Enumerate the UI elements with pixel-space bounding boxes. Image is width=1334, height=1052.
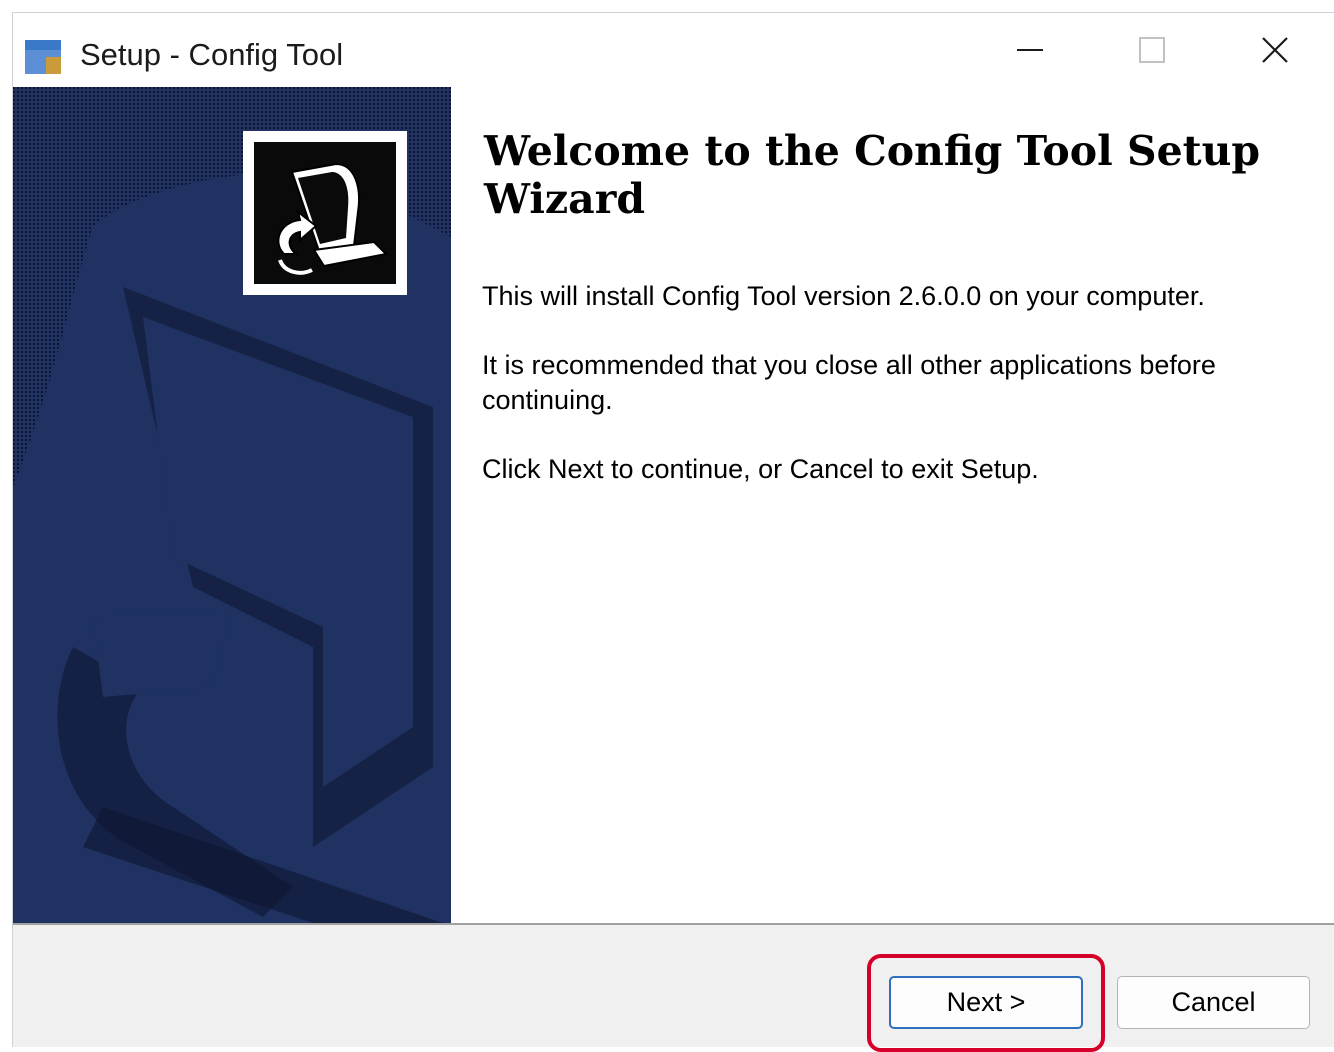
title-bar[interactable]: Setup - Config Tool — [13, 13, 1334, 87]
wizard-footer: Next > Cancel — [13, 925, 1334, 1052]
install-info-text: This will install Config Tool version 2.… — [482, 281, 1205, 311]
welcome-content: Welcome to the Config Tool Setup Wizard … — [451, 87, 1334, 923]
installer-box-icon — [25, 40, 61, 74]
continue-instructions-text: Click Next to continue, or Cancel to exi… — [482, 454, 1039, 484]
wizard-side-image — [13, 87, 451, 923]
logo-frame — [243, 131, 407, 295]
setup-window: Setup - Config Tool Welcome to the Confi… — [12, 12, 1334, 1052]
next-button[interactable]: Next > — [889, 976, 1083, 1029]
close-apps-text: It is recommended that you close all oth… — [482, 350, 1216, 415]
close-button[interactable] — [1216, 13, 1334, 87]
computer-install-icon — [254, 142, 396, 284]
close-icon — [1262, 37, 1288, 63]
maximize-icon — [1139, 37, 1165, 63]
maximize-button[interactable] — [1093, 13, 1211, 87]
window-title: Setup - Config Tool — [80, 37, 344, 72]
minimize-button[interactable] — [971, 13, 1089, 87]
cancel-button[interactable]: Cancel — [1117, 976, 1310, 1029]
welcome-heading: Welcome to the Config Tool Setup Wizard — [484, 127, 1261, 223]
minimize-icon — [1017, 49, 1043, 51]
